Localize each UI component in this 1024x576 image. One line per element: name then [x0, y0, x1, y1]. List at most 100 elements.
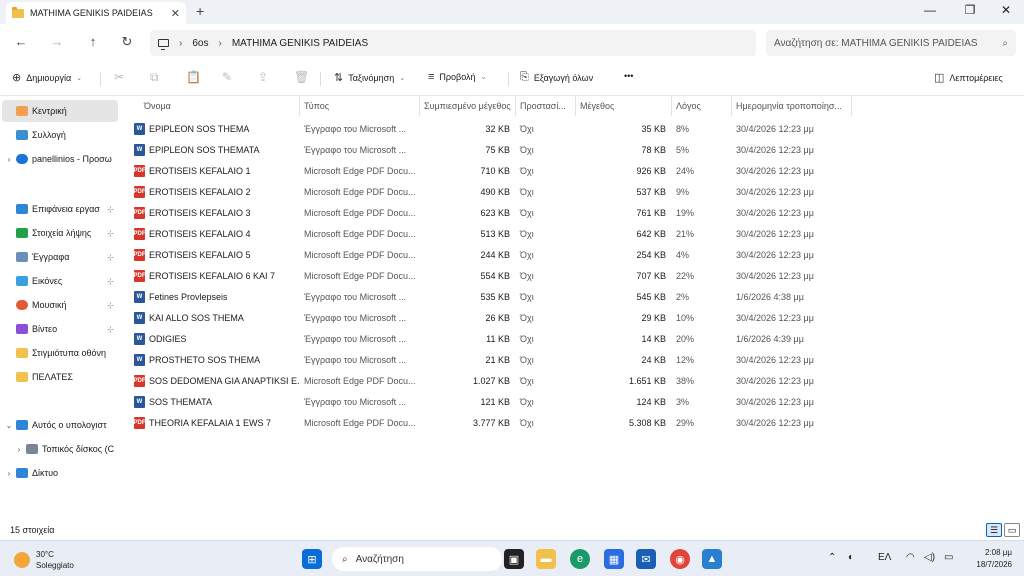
breadcrumb-item-current[interactable]: MATHIMA GENIKIS PAIDEIAS — [232, 38, 368, 49]
outlook-icon[interactable]: ✉ — [636, 549, 656, 569]
photos-icon[interactable]: ▲ — [702, 549, 722, 569]
sidebar-item-documents[interactable]: Έγγραφα ⊹ — [2, 246, 118, 268]
table-row[interactable]: W EPIPLEON SOS THEMA Έγγραφο του Microsoft… — [130, 118, 852, 139]
search-input[interactable]: Αναζήτηση σε: MATHIMA GENIKIS PAIDEIAS — [774, 38, 978, 49]
table-row[interactable]: W Fetines Provlepseis Έγγραφο του Microsof… — [130, 286, 852, 307]
column-header-size[interactable]: Μέγεθος — [576, 96, 672, 116]
details-view-button[interactable]: ☰ — [986, 523, 1002, 537]
pin-icon[interactable]: ⊹ — [107, 301, 118, 310]
weather-widget[interactable]: 30°C Soleggiato — [14, 549, 74, 571]
close-tab-icon[interactable]: ✕ — [171, 7, 180, 20]
documents-icon — [16, 252, 28, 262]
sidebar-item-onedrive[interactable]: › panellinios - Προσω — [2, 148, 118, 170]
volume-icon[interactable]: ◁) — [924, 552, 935, 563]
refresh-button[interactable]: ↻ — [118, 34, 136, 50]
cell-modified: 30/4/2026 12:23 μμ — [736, 207, 814, 218]
security-icon[interactable]: ◐ — [848, 552, 854, 563]
new-button[interactable]: ⊕ Δημιουργία ⌄ — [12, 71, 82, 84]
language-indicator[interactable]: ΕΛ — [878, 552, 891, 563]
pin-icon[interactable]: ⊹ — [107, 277, 118, 286]
chrome-icon[interactable]: ◉ — [670, 549, 690, 569]
cut-icon[interactable]: ✂ — [114, 70, 124, 84]
this-pc-icon[interactable] — [158, 39, 169, 50]
expand-chevron[interactable]: › — [2, 155, 16, 164]
clock[interactable]: 2:08 μμ 18/7/2026 — [966, 547, 1012, 571]
tiles-view-button[interactable]: ▭ — [1004, 523, 1020, 537]
breadcrumb-separator[interactable]: › — [218, 38, 221, 49]
column-header-ratio[interactable]: Λόγος — [672, 96, 732, 116]
forward-button[interactable]: → — [48, 34, 66, 49]
table-row[interactable]: W SOS THEMATA Έγγραφο του Microsoft ... 121… — [130, 391, 852, 412]
search-icon: ⌕ — [1002, 37, 1008, 49]
view-button[interactable]: ≡ Προβολή ⌄ — [428, 71, 486, 83]
task-view-icon[interactable]: ▣ — [504, 549, 524, 569]
breadcrumb-separator[interactable]: › — [179, 38, 182, 49]
pin-icon[interactable]: ⊹ — [107, 229, 118, 238]
pdf-file-icon: PDF — [134, 227, 146, 240]
share-icon[interactable]: ⇪ — [258, 70, 268, 84]
paste-icon[interactable]: 📋 — [186, 70, 201, 84]
sidebar-item-videos[interactable]: Βίντεο ⊹ — [2, 318, 118, 340]
store-icon[interactable]: ▦ — [604, 549, 624, 569]
close-window-button[interactable]: ✕ — [996, 3, 1016, 17]
table-row[interactable]: PDF SOS DEDOMENA GIA ANAPTIKSI E... Micros… — [130, 370, 852, 391]
sidebar-item-screenshots[interactable]: Στιγμιότυπα οθόνη — [2, 342, 118, 364]
rename-icon[interactable]: ✎ — [222, 70, 232, 84]
wifi-icon[interactable]: ◠ — [906, 552, 915, 563]
sidebar-item-network[interactable]: › Δίκτυο — [2, 462, 118, 484]
details-button[interactable]: ◫ Λεπτομέρειες — [934, 71, 1003, 84]
table-row[interactable]: W KAI ALLO SOS THEMA Έγγραφο του Microsoft… — [130, 307, 852, 328]
taskbar-search[interactable]: ⌕ Αναζήτηση — [332, 547, 502, 571]
expand-chevron[interactable]: › — [12, 445, 26, 454]
explorer-tab[interactable]: MATHIMA GENIKIS PAIDEIAS ✕ — [6, 2, 186, 24]
more-options-button[interactable]: ••• — [624, 71, 633, 81]
column-header-compressed[interactable]: Συμπιεσμένο μέγεθος — [420, 96, 516, 116]
sidebar-item-clients[interactable]: ΠΕΛΑΤΕΣ — [2, 366, 118, 388]
table-row[interactable]: PDF EROTISEIS KEFALAIO 6 KAI 7 Microsoft E… — [130, 265, 852, 286]
delete-icon[interactable]: 🗑 — [294, 70, 309, 84]
table-row[interactable]: PDF EROTISEIS KEFALAIO 4 Microsoft Edge PD… — [130, 223, 852, 244]
column-header-type[interactable]: Τύπος — [300, 96, 420, 116]
sidebar-item-gallery[interactable]: Συλλογή — [2, 124, 118, 146]
sidebar-item-pictures[interactable]: Εικόνες ⊹ — [2, 270, 118, 292]
maximize-button[interactable]: ❐ — [960, 3, 980, 17]
up-button[interactable]: ↑ — [84, 34, 102, 49]
collapse-chevron[interactable]: ⌄ — [2, 421, 16, 430]
column-header-protected[interactable]: Προστασί... — [516, 96, 576, 116]
breadcrumb-item-6os[interactable]: 6os — [192, 38, 208, 49]
title-bar: MATHIMA GENIKIS PAIDEIAS ✕ + — ❐ ✕ — [0, 0, 1024, 24]
table-row[interactable]: PDF EROTISEIS KEFALAIO 3 Microsoft Edge PD… — [130, 202, 852, 223]
column-header-name[interactable]: ^ Όνομα — [120, 96, 300, 116]
table-row[interactable]: PDF EROTISEIS KEFALAIO 5 Microsoft Edge PD… — [130, 244, 852, 265]
edge-browser-icon[interactable]: e — [570, 549, 590, 569]
chevron-up-icon[interactable]: ⌃ — [828, 552, 836, 563]
back-button[interactable]: ← — [12, 34, 30, 49]
sidebar-item-music[interactable]: Μουσική ⊹ — [2, 294, 118, 316]
start-windows-icon[interactable]: ⊞ — [302, 549, 322, 569]
new-tab-button[interactable]: + — [196, 3, 204, 19]
pin-icon[interactable]: ⊹ — [107, 205, 118, 214]
pin-icon[interactable]: ⊹ — [107, 253, 118, 262]
column-header-modified[interactable]: Ημερομηνία τροποποίησ... — [732, 96, 852, 116]
sidebar-item-desktop[interactable]: Επιφάνεια εργασ ⊹ — [2, 198, 118, 220]
table-row[interactable]: PDF EROTISEIS KEFALAIO 2 Microsoft Edge PD… — [130, 181, 852, 202]
sidebar-item-local-disk[interactable]: › Τοπικός δίσκος (C — [12, 438, 118, 460]
sidebar-item-this-pc[interactable]: ⌄ Αυτός ο υπολογιστ — [2, 414, 118, 436]
pin-icon[interactable]: ⊹ — [107, 325, 118, 334]
table-row[interactable]: PDF THEORIA KEFALAIA 1 EWS 7 Microsoft Edg… — [130, 412, 852, 433]
sidebar-item-home[interactable]: Κεντρική — [2, 100, 118, 122]
copy-icon[interactable]: ⧉ — [150, 70, 159, 85]
expand-chevron[interactable]: › — [2, 469, 16, 478]
table-row[interactable]: W ODIGIES Έγγραφο του Microsoft ... 11 KB Όχ… — [130, 328, 852, 349]
minimize-button[interactable]: — — [920, 3, 940, 17]
table-row[interactable]: W PROSTHETO SOS THEMA Έγγραφο του Microsof… — [130, 349, 852, 370]
table-row[interactable]: W EPIPLEON SOS THEMATA Έγγραφο του Microso… — [130, 139, 852, 160]
sidebar-item-downloads[interactable]: Στοιχεία λήψης ⊹ — [2, 222, 118, 244]
battery-icon[interactable]: ▭ — [944, 552, 953, 563]
search-box[interactable]: Αναζήτηση σε: MATHIMA GENIKIS PAIDEIAS ⌕ — [766, 30, 1016, 56]
extract-all-button[interactable]: ⎘ Εξαγωγή όλων — [520, 71, 593, 84]
sort-button[interactable]: ⇅ Ταξινόμηση ⌄ — [334, 71, 405, 84]
breadcrumb[interactable]: › 6os › MATHIMA GENIKIS PAIDEIAS — [150, 30, 756, 56]
table-row[interactable]: PDF EROTISEIS KEFALAIO 1 Microsoft Edge PD… — [130, 160, 852, 181]
file-explorer-icon[interactable]: ▬ — [536, 549, 556, 569]
